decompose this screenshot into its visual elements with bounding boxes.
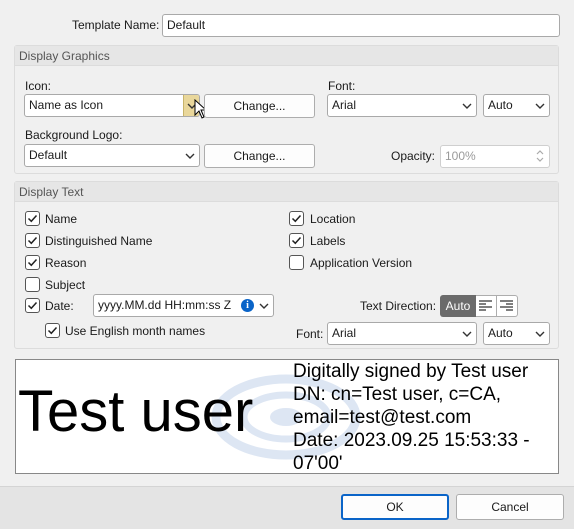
location-checkbox-label: Location bbox=[310, 212, 356, 226]
opacity-spinner[interactable]: 100% bbox=[440, 145, 550, 168]
ok-button[interactable]: OK bbox=[341, 494, 449, 520]
display-text-header: Display Text bbox=[15, 182, 558, 202]
background-logo-dropdown[interactable]: Default bbox=[24, 144, 200, 167]
location-checkbox[interactable] bbox=[289, 211, 304, 226]
chevron-down-icon bbox=[259, 303, 269, 309]
background-logo-value: Default bbox=[29, 148, 68, 162]
date-checkbox[interactable] bbox=[25, 298, 40, 313]
opacity-label: Opacity: bbox=[391, 149, 436, 163]
name-checkbox-label: Name bbox=[45, 212, 78, 226]
preview-line-email: email=test@test.com bbox=[293, 407, 472, 428]
text-direction-ltr-toggle[interactable] bbox=[476, 295, 497, 317]
distinguished-name-checkbox[interactable] bbox=[25, 233, 40, 248]
preview-line-signed-by: Digitally signed by Test user bbox=[293, 361, 529, 382]
reason-checkbox[interactable] bbox=[25, 255, 40, 270]
icon-change-button[interactable]: Change... bbox=[204, 94, 315, 118]
text-font-label: Font: bbox=[296, 327, 324, 341]
template-name-input[interactable]: Default bbox=[162, 14, 560, 37]
date-checkbox-label: Date: bbox=[45, 299, 74, 313]
opacity-value: 100% bbox=[445, 149, 476, 163]
align-left-icon bbox=[479, 300, 492, 311]
english-month-checkbox-label: Use English month names bbox=[65, 324, 206, 338]
text-font-value: Arial bbox=[332, 326, 357, 340]
info-icon[interactable]: i bbox=[241, 299, 254, 312]
icon-dropdown[interactable]: Name as Icon bbox=[24, 94, 200, 117]
application-version-checkbox[interactable] bbox=[289, 255, 304, 270]
labels-checkbox-label: Labels bbox=[310, 234, 346, 248]
labels-checkbox[interactable] bbox=[289, 233, 304, 248]
graphics-font-label: Font: bbox=[328, 79, 356, 93]
graphics-font-value: Arial bbox=[332, 98, 357, 112]
text-direction-rtl-toggle[interactable] bbox=[497, 295, 518, 317]
english-month-checkbox[interactable] bbox=[45, 323, 60, 338]
chevron-down-icon bbox=[462, 331, 472, 337]
preview-line-date: Date: 2023.09.25 15:53:33 - bbox=[293, 430, 530, 451]
graphics-font-size-value: Auto bbox=[488, 98, 513, 112]
background-logo-label: Background Logo: bbox=[25, 128, 123, 142]
subject-checkbox-label: Subject bbox=[45, 278, 86, 292]
text-direction-label: Text Direction: bbox=[360, 299, 437, 313]
application-version-checkbox-label: Application Version bbox=[310, 256, 413, 270]
template-name-label: Template Name: bbox=[72, 18, 160, 32]
preview-line-dn: DN: cn=Test user, c=CA, bbox=[293, 384, 502, 405]
align-right-icon bbox=[500, 300, 513, 311]
name-checkbox[interactable] bbox=[25, 211, 40, 226]
text-font-dropdown[interactable]: Arial bbox=[327, 322, 477, 345]
signature-preview: Test user Digitally signed by Test user … bbox=[15, 359, 559, 474]
date-format-value: yyyy.MM.dd HH:mm:ss Z bbox=[98, 298, 232, 312]
chevron-down-icon bbox=[535, 103, 545, 109]
preview-details: Digitally signed by Test user DN: cn=Tes… bbox=[293, 360, 530, 474]
display-graphics-title: Display Graphics bbox=[19, 49, 110, 63]
date-format-dropdown[interactable]: yyyy.MM.dd HH:mm:ss Z i bbox=[93, 294, 274, 317]
subject-checkbox[interactable] bbox=[25, 277, 40, 292]
spinner-arrows-icon[interactable] bbox=[535, 148, 545, 164]
text-font-size-dropdown[interactable]: Auto bbox=[483, 322, 550, 345]
distinguished-name-checkbox-label: Distinguished Name bbox=[45, 234, 153, 248]
icon-label: Icon: bbox=[25, 79, 52, 93]
text-direction-auto-toggle[interactable]: Auto bbox=[440, 295, 476, 317]
text-font-size-value: Auto bbox=[488, 326, 513, 340]
background-logo-change-button[interactable]: Change... bbox=[204, 144, 315, 168]
chevron-down-icon bbox=[462, 103, 472, 109]
chevron-down-icon bbox=[535, 331, 545, 337]
graphics-font-dropdown[interactable]: Arial bbox=[327, 94, 477, 117]
icon-dropdown-value: Name as Icon bbox=[29, 98, 104, 112]
display-graphics-header: Display Graphics bbox=[15, 46, 558, 66]
cancel-button[interactable]: Cancel bbox=[456, 494, 564, 520]
display-text-title: Display Text bbox=[19, 185, 84, 199]
reason-checkbox-label: Reason bbox=[45, 256, 87, 270]
chevron-down-icon bbox=[185, 153, 195, 159]
graphics-font-size-dropdown[interactable]: Auto bbox=[483, 94, 550, 117]
preview-line-tz: 07'00' bbox=[293, 453, 343, 474]
preview-name: Test user bbox=[18, 379, 254, 444]
